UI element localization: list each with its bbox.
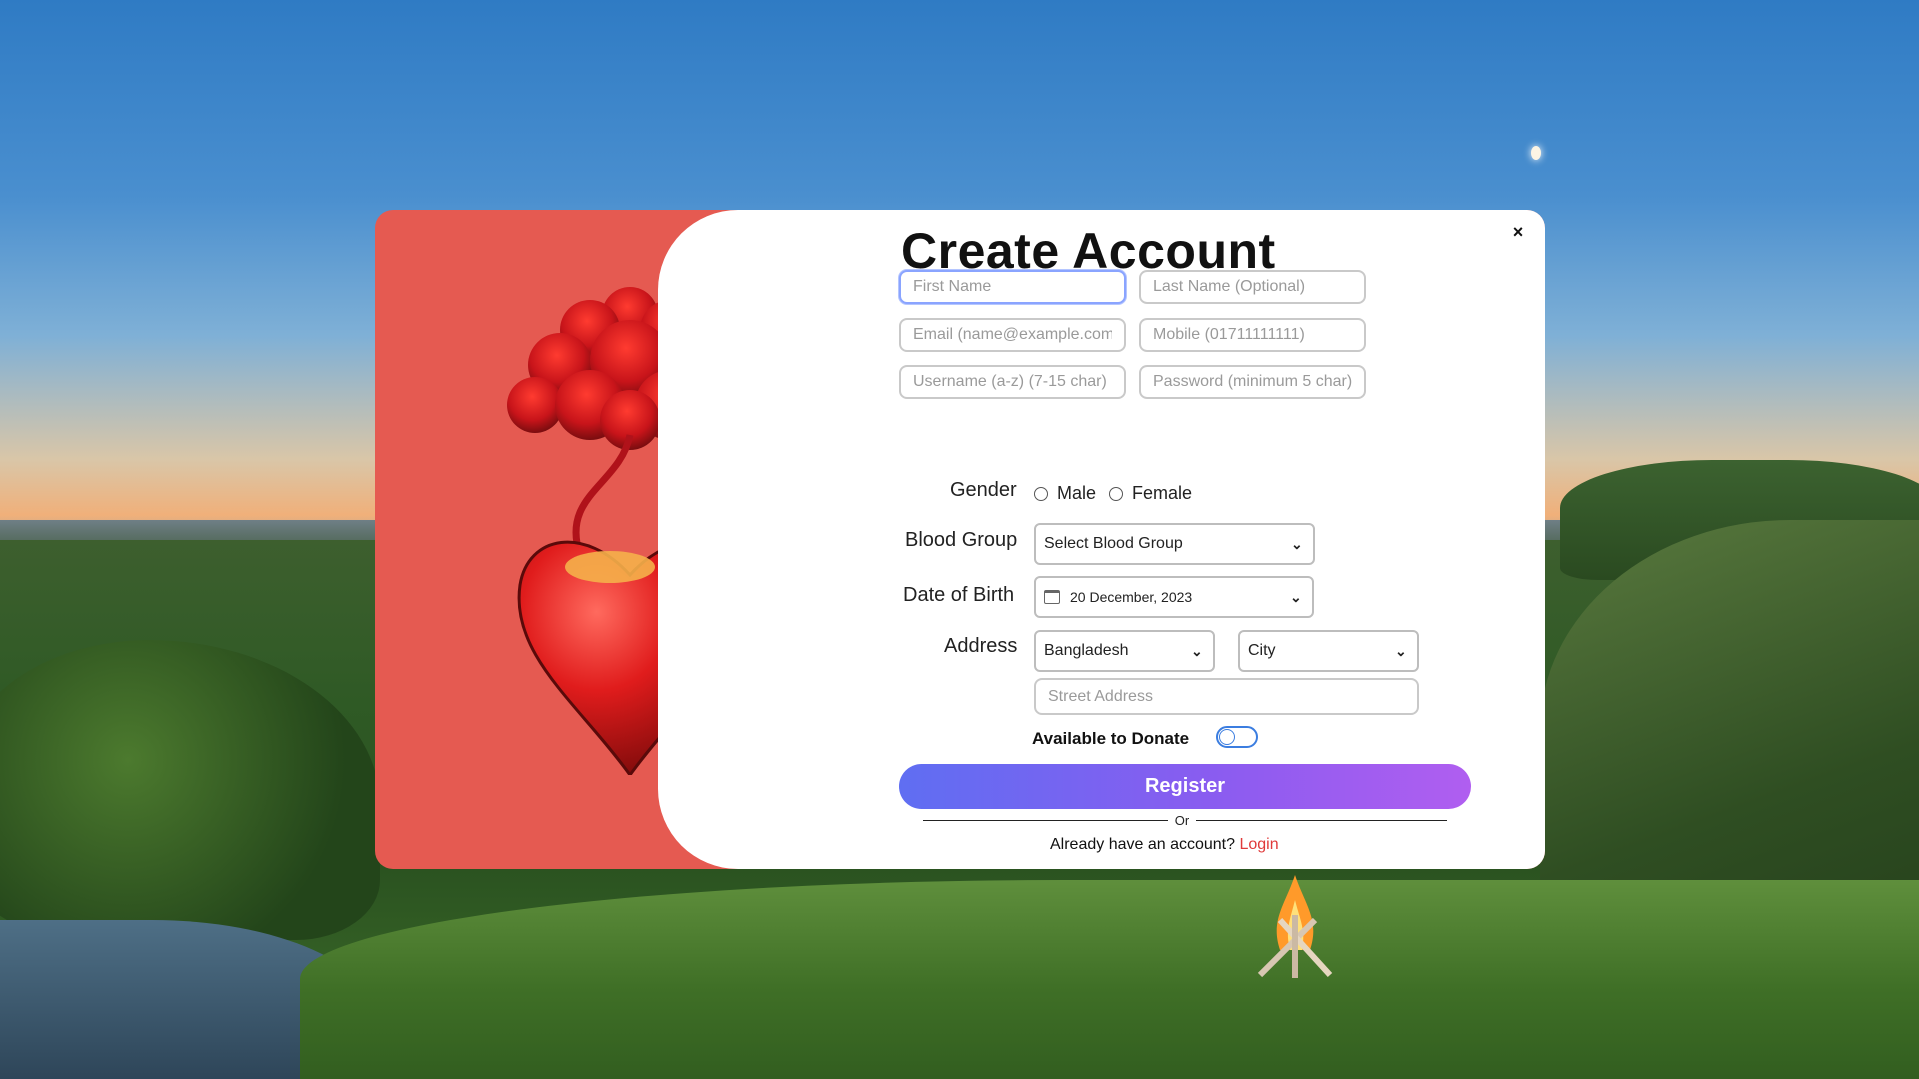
- chevron-down-icon: ⌄: [1395, 643, 1407, 659]
- chevron-down-icon: ⌄: [1291, 536, 1303, 552]
- create-account-modal: × Create Account Gender Male Female Bloo…: [375, 210, 1545, 869]
- gender-female-radio[interactable]: Female: [1109, 483, 1192, 504]
- radio-label: Female: [1132, 483, 1193, 503]
- blood-group-select[interactable]: Select Blood Group ⌄: [1034, 523, 1315, 565]
- login-prompt: Already have an account? Login: [1050, 836, 1279, 854]
- radio-label: Male: [1057, 483, 1097, 503]
- calendar-icon: [1044, 590, 1060, 604]
- or-label: Or: [1168, 813, 1196, 828]
- login-link[interactable]: Login: [1239, 836, 1278, 853]
- toggle-knob: [1219, 729, 1235, 745]
- gender-label: Gender: [950, 479, 1017, 501]
- radio-circle[interactable]: [1034, 486, 1048, 501]
- already-text: Already have an account?: [1050, 836, 1236, 853]
- blood-group-label: Blood Group: [905, 529, 1018, 551]
- first-name-input[interactable]: [899, 270, 1126, 304]
- blood-group-value: Select Blood Group: [1044, 535, 1183, 552]
- chevron-down-icon: ⌄: [1191, 643, 1203, 659]
- city-value: City: [1248, 642, 1276, 659]
- chevron-down-icon: ⌄: [1290, 589, 1302, 605]
- city-select[interactable]: City ⌄: [1238, 630, 1419, 672]
- moon: [1531, 146, 1541, 160]
- dob-label: Date of Birth: [903, 584, 1015, 606]
- radio-circle[interactable]: [1109, 486, 1123, 501]
- mobile-input[interactable]: [1139, 318, 1366, 352]
- dob-picker[interactable]: 20 December, 2023 ⌄: [1034, 576, 1314, 618]
- username-input[interactable]: [899, 365, 1126, 399]
- street-address-input[interactable]: [1034, 678, 1419, 715]
- close-icon[interactable]: ×: [1506, 220, 1530, 244]
- password-input[interactable]: [1139, 365, 1366, 399]
- address-label: Address: [944, 635, 1018, 657]
- last-name-input[interactable]: [1139, 270, 1366, 304]
- grass-slope: [300, 880, 1919, 1079]
- register-button[interactable]: Register: [899, 764, 1471, 809]
- dob-value: 20 December, 2023: [1070, 589, 1193, 605]
- donate-label: Available to Donate: [1032, 729, 1190, 748]
- country-select[interactable]: Bangladesh ⌄: [1034, 630, 1215, 672]
- gender-male-radio[interactable]: Male: [1034, 483, 1096, 504]
- country-value: Bangladesh: [1044, 642, 1129, 659]
- donate-toggle[interactable]: [1216, 726, 1258, 748]
- email-input[interactable]: [899, 318, 1126, 352]
- campfire: [1257, 875, 1333, 978]
